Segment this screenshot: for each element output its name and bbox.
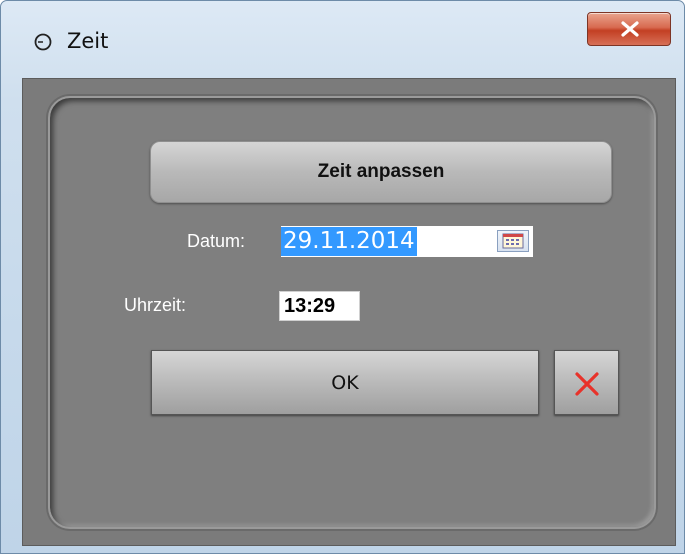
ok-button-label: OK [331,371,359,394]
zeit-dialog-window: Zeit Zeit anpassen Datum: 29.11.2014 Uhr… [0,0,685,554]
date-input[interactable]: 29.11.2014 [281,226,533,257]
time-value: 13:29 [284,295,336,317]
dialog-heading: Zeit anpassen [317,161,445,182]
cancel-button[interactable] [554,350,619,415]
date-label: Datum: [187,231,246,251]
calendar-button[interactable] [497,230,529,252]
time-input[interactable]: 13:29 [279,291,360,321]
title-bar[interactable]: Zeit [1,1,684,77]
close-button[interactable] [587,12,671,46]
time-label: Uhrzeit: [124,295,187,315]
content-panel: Zeit anpassen Datum: 29.11.2014 Uhrzeit:… [48,96,656,529]
heading-box: Zeit anpassen [150,141,612,203]
clock-icon [33,32,53,52]
dialog-client-area: Zeit anpassen Datum: 29.11.2014 Uhrzeit:… [22,78,676,546]
ok-button[interactable]: OK [151,350,539,415]
date-value[interactable]: 29.11.2014 [281,227,417,256]
window-title: Zeit [67,29,109,53]
